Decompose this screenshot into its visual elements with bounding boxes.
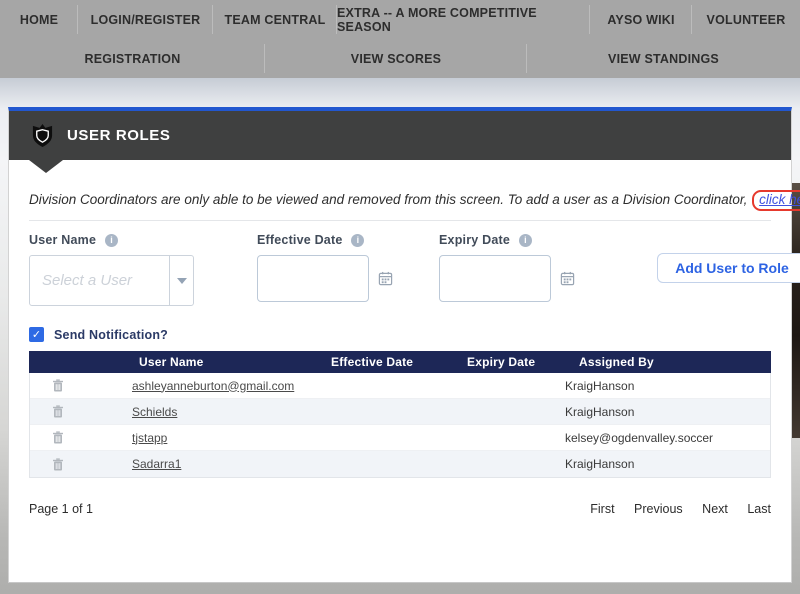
- user-roles-panel: USER ROLES Division Coordinators are onl…: [8, 107, 792, 583]
- background-photo-edge: [792, 183, 800, 438]
- table-row: Sadarra1 KraigHanson: [30, 451, 770, 477]
- pagination-next[interactable]: Next: [702, 502, 728, 516]
- page-status: Page 1 of 1: [29, 502, 93, 516]
- panel-content: Division Coordinators are only able to b…: [9, 192, 791, 516]
- effective-date-label-row: Effective Date i: [257, 233, 393, 247]
- pagination-previous[interactable]: Previous: [634, 502, 683, 516]
- send-notification-label: Send Notification?: [54, 328, 168, 342]
- nav-item-view-standings[interactable]: VIEW STANDINGS: [527, 39, 800, 78]
- table-row: Schields KraigHanson: [30, 399, 770, 425]
- add-user-to-role-button[interactable]: Add User to Role: [657, 253, 800, 283]
- trash-icon[interactable]: [30, 405, 85, 418]
- info-icon[interactable]: i: [519, 234, 532, 247]
- nav-item-team-central[interactable]: TEAM CENTRAL: [213, 0, 337, 39]
- pagination-last[interactable]: Last: [747, 502, 771, 516]
- nav-item-login-register[interactable]: LOGIN/REGISTER: [78, 0, 213, 39]
- nav-item-view-scores[interactable]: VIEW SCORES: [265, 39, 527, 78]
- calendar-icon[interactable]: [378, 271, 393, 286]
- user-link[interactable]: ashleyanneburton@gmail.com: [132, 379, 294, 393]
- info-icon[interactable]: i: [105, 234, 118, 247]
- description-text: Division Coordinators are only able to b…: [29, 192, 751, 207]
- effective-date-input[interactable]: [257, 255, 369, 302]
- user-name-group: User Name i Select a User: [29, 233, 194, 306]
- user-link[interactable]: tjstapp: [132, 431, 167, 445]
- effective-date-group: Effective Date i: [257, 233, 393, 302]
- header-notch: [29, 160, 63, 173]
- cell-assigned-by: KraigHanson: [555, 379, 770, 393]
- expiry-date-label: Expiry Date: [439, 233, 510, 247]
- cell-assigned-by: kelsey@ogdenvalley.soccer: [555, 431, 770, 445]
- trash-icon[interactable]: [30, 379, 85, 392]
- send-notification-checkbox[interactable]: ✓: [29, 327, 44, 342]
- expiry-date-group: Expiry Date i: [439, 233, 575, 302]
- click-here-annotation: click here: [752, 190, 800, 211]
- user-select[interactable]: Select a User: [29, 255, 194, 306]
- description: Division Coordinators are only able to b…: [29, 192, 771, 207]
- nav-item-registration[interactable]: REGISTRATION: [0, 39, 265, 78]
- top-navigation: HOME LOGIN/REGISTER TEAM CENTRAL EXTRA -…: [0, 0, 800, 78]
- send-notification-row: ✓ Send Notification?: [29, 327, 771, 342]
- nav-item-volunteer[interactable]: VOLUNTEER: [692, 0, 800, 39]
- user-roles-table: User Name Effective Date Expiry Date Ass…: [29, 351, 771, 478]
- chevron-down-icon[interactable]: [169, 256, 193, 305]
- user-name-label-row: User Name i: [29, 233, 194, 247]
- click-here-link[interactable]: click here: [759, 192, 800, 207]
- pagination: Page 1 of 1 First Previous Next Last: [29, 502, 771, 516]
- nav-row-2: REGISTRATION VIEW SCORES VIEW STANDINGS: [0, 39, 800, 78]
- table-row: ashleyanneburton@gmail.com KraigHanson: [30, 373, 770, 399]
- table-body: ashleyanneburton@gmail.com KraigHanson S…: [29, 373, 771, 478]
- user-link[interactable]: Schields: [132, 405, 177, 419]
- panel-header: USER ROLES: [9, 111, 791, 160]
- calendar-icon[interactable]: [560, 271, 575, 286]
- table-header-user-name: User Name: [84, 355, 324, 369]
- section-divider: [29, 220, 771, 221]
- nav-item-home[interactable]: HOME: [0, 0, 78, 39]
- cell-assigned-by: KraigHanson: [555, 457, 770, 471]
- nav-item-extra-season[interactable]: EXTRA -- A MORE COMPETITIVE SEASON: [337, 0, 590, 39]
- table-header-effective-date: Effective Date: [324, 355, 464, 369]
- table-header-assigned-by: Assigned By: [554, 355, 771, 369]
- info-icon[interactable]: i: [351, 234, 364, 247]
- user-link[interactable]: Sadarra1: [132, 457, 181, 471]
- expiry-date-input[interactable]: [439, 255, 551, 302]
- trash-icon[interactable]: [30, 458, 85, 471]
- effective-date-label: Effective Date: [257, 233, 342, 247]
- table-header-expiry-date: Expiry Date: [464, 355, 554, 369]
- add-user-form: User Name i Select a User Effective Date…: [29, 233, 771, 321]
- cell-assigned-by: KraigHanson: [555, 405, 770, 419]
- page-title: USER ROLES: [67, 127, 171, 144]
- nav-item-ayso-wiki[interactable]: AYSO WIKI: [590, 0, 692, 39]
- shield-icon: [31, 123, 54, 148]
- user-name-label: User Name: [29, 233, 96, 247]
- trash-icon[interactable]: [30, 431, 85, 444]
- nav-row-1: HOME LOGIN/REGISTER TEAM CENTRAL EXTRA -…: [0, 0, 800, 39]
- expiry-date-label-row: Expiry Date i: [439, 233, 575, 247]
- pagination-first[interactable]: First: [590, 502, 614, 516]
- table-header-row: User Name Effective Date Expiry Date Ass…: [29, 351, 771, 373]
- table-row: tjstapp kelsey@ogdenvalley.soccer: [30, 425, 770, 451]
- user-select-placeholder: Select a User: [30, 256, 169, 305]
- pagination-links: First Previous Next Last: [574, 502, 771, 516]
